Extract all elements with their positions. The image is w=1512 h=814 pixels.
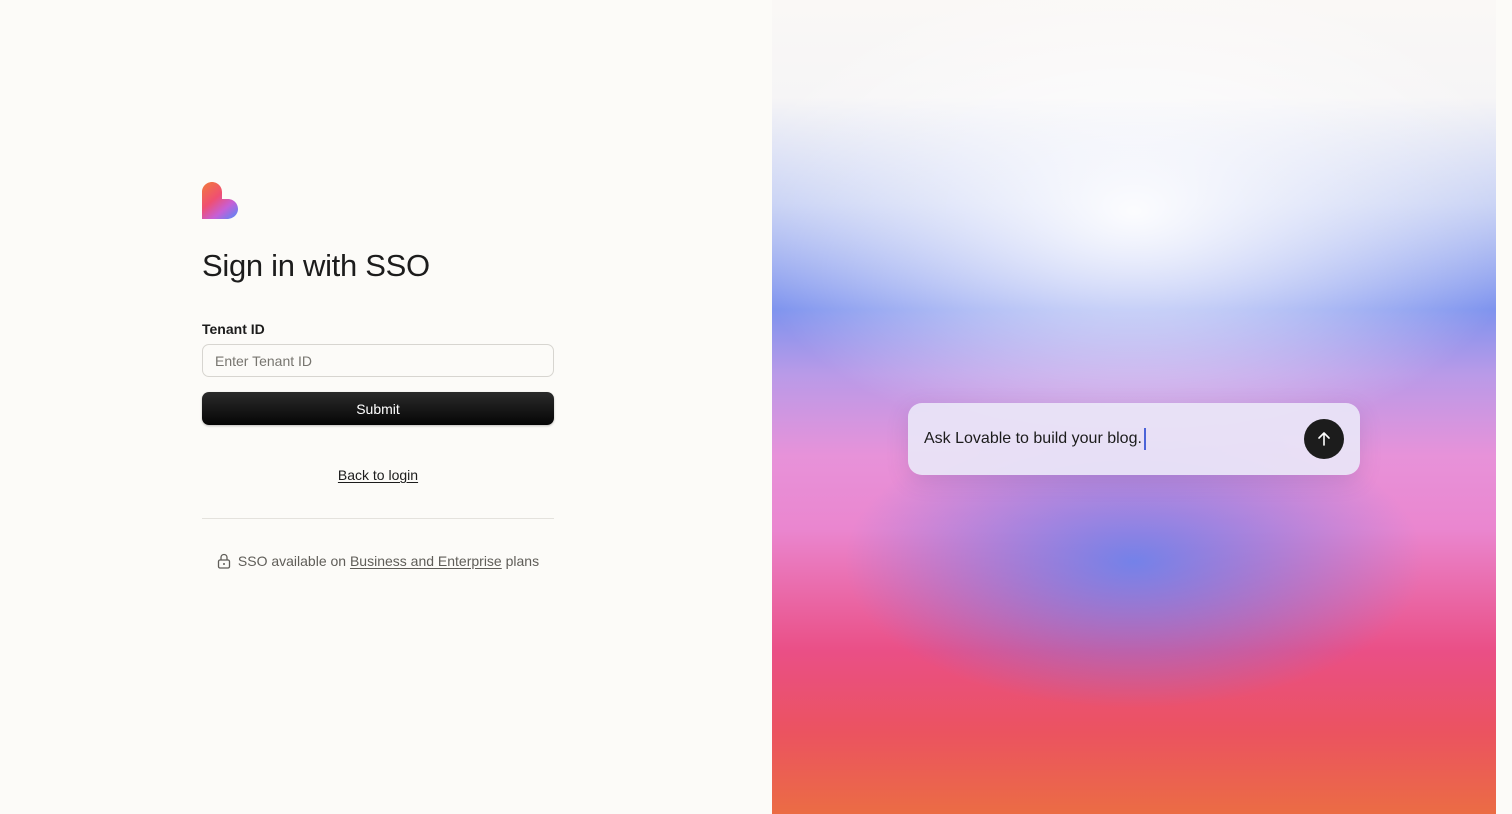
right-edge-strip <box>1496 0 1512 814</box>
sso-availability-note: SSO available on Business and Enterprise… <box>202 552 554 570</box>
page-title: Sign in with SSO <box>202 248 430 283</box>
prompt-box[interactable]: Ask Lovable to build your blog. <box>908 403 1360 475</box>
arrow-up-icon <box>1318 432 1330 446</box>
sso-note-prefix: SSO available on <box>237 553 347 569</box>
back-to-login-link[interactable]: Back to login <box>202 466 554 484</box>
prompt-text: Ask Lovable to build your blog. <box>924 430 1142 448</box>
prompt-input[interactable]: Ask Lovable to build your blog. <box>924 428 1146 450</box>
lovable-heart-logo-icon <box>202 182 238 219</box>
sso-form: Sign in with SSO Tenant ID Submit Back t… <box>202 182 554 570</box>
business-enterprise-link[interactable]: Business and Enterprise <box>350 553 502 569</box>
divider <box>202 518 554 519</box>
tenant-id-input[interactable] <box>202 344 554 377</box>
hero-gradient-panel: Ask Lovable to build your blog. <box>772 0 1496 814</box>
sign-in-panel: Sign in with SSO Tenant ID Submit Back t… <box>0 0 772 814</box>
lock-icon <box>217 553 231 569</box>
tenant-id-label: Tenant ID <box>202 321 265 337</box>
text-caret <box>1143 428 1146 450</box>
send-button[interactable] <box>1304 419 1344 459</box>
submit-button[interactable]: Submit <box>202 392 554 425</box>
page: Sign in with SSO Tenant ID Submit Back t… <box>0 0 1512 814</box>
sso-note-suffix: plans <box>505 553 540 569</box>
